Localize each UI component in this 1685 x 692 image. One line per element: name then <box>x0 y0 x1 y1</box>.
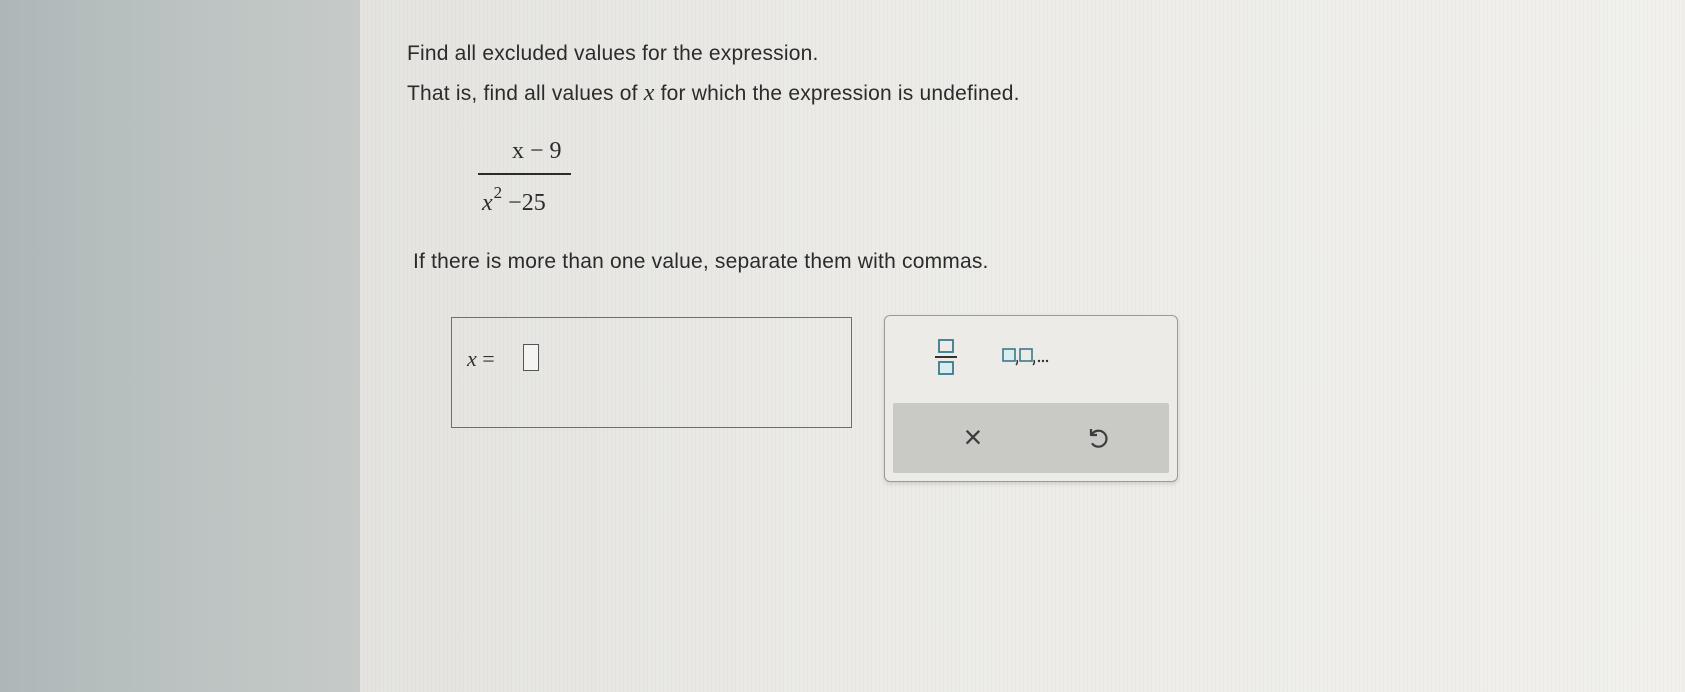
denominator-exponent: 2 <box>493 183 503 202</box>
rational-expression: x − 9 x2 −25 <box>478 138 571 224</box>
fraction-bar <box>478 173 571 175</box>
variable-x: x <box>643 80 655 106</box>
answer-slot[interactable] <box>523 344 539 371</box>
denominator-constant: −25 <box>508 190 546 216</box>
clear-button[interactable]: × <box>951 415 995 459</box>
denominator-variable: x <box>482 190 493 216</box>
comma-list-template-button[interactable] <box>1002 344 1062 368</box>
fraction-template-icon <box>935 339 957 375</box>
answer-input-box[interactable]: x = <box>451 317 852 428</box>
answer-equals: = <box>482 346 495 371</box>
question-line-2: That is, find all values of x for which … <box>407 80 1020 107</box>
fraction-template-button[interactable] <box>933 338 959 376</box>
comma-list-template-icon <box>1002 348 1049 366</box>
left-side-panel <box>0 0 360 692</box>
math-toolbar: × <box>884 315 1178 482</box>
answer-label: x = <box>467 346 495 372</box>
expression-denominator: x2 −25 <box>482 183 546 217</box>
undo-button[interactable] <box>1075 415 1119 459</box>
question-line-2-prefix: That is, find all values of <box>407 82 638 105</box>
question-line-2-suffix: for which the expression is undefined. <box>660 82 1020 105</box>
undo-icon <box>1089 429 1108 448</box>
answer-variable: x <box>467 346 477 371</box>
toolbar-action-row: × <box>893 403 1169 473</box>
question-line-1: Find all excluded values for the express… <box>407 42 819 65</box>
expression-numerator: x − 9 <box>512 138 562 164</box>
instruction-text: If there is more than one value, separat… <box>413 250 989 273</box>
